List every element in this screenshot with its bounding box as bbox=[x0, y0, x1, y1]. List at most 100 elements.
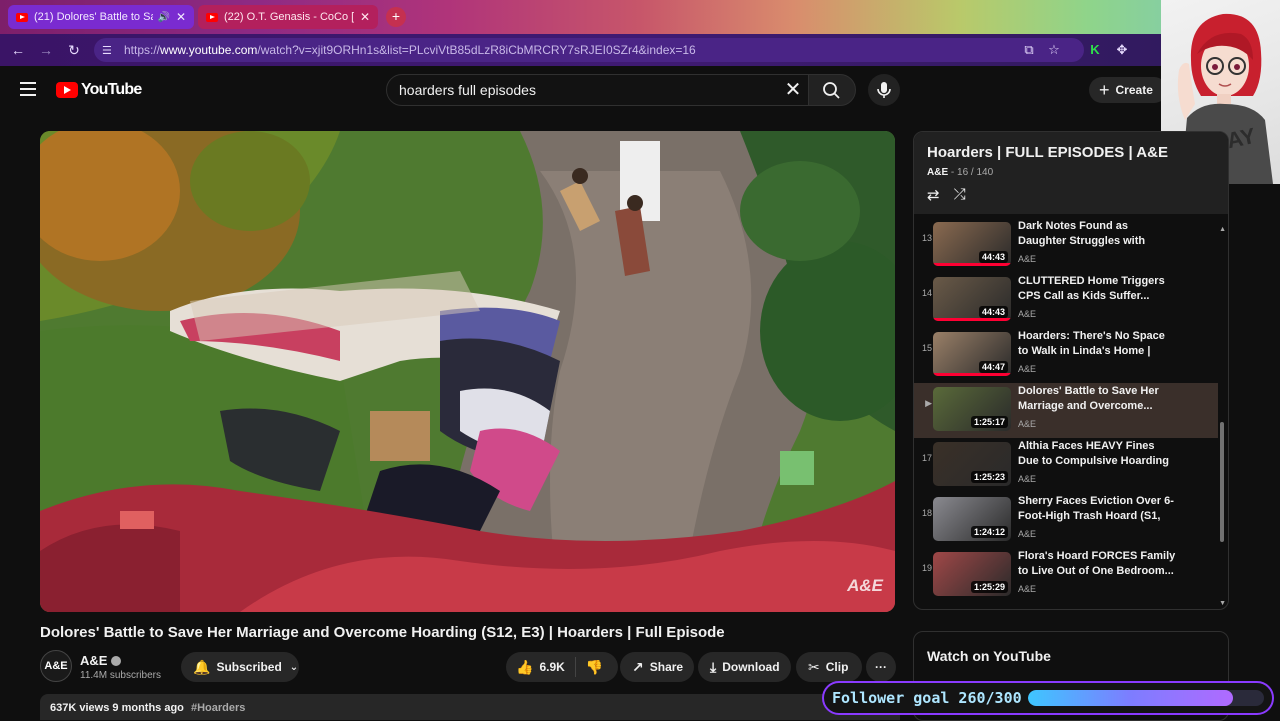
channel-avatar[interactable]: A&E bbox=[40, 650, 72, 682]
extensions-puzzle-icon[interactable]: ✥ bbox=[1113, 41, 1131, 59]
playlist-item-thumbnail[interactable]: 44:43 bbox=[933, 277, 1011, 321]
playlist-item-thumbnail[interactable]: 1:25:29 bbox=[933, 552, 1011, 596]
kick-extension-icon[interactable]: K bbox=[1086, 41, 1104, 59]
scroll-down-icon[interactable]: ▼ bbox=[1219, 600, 1226, 607]
video-frame-image bbox=[40, 131, 895, 612]
playlist-scrollbar[interactable] bbox=[1220, 422, 1224, 542]
playlist-item-thumbnail[interactable]: 1:25:23 bbox=[933, 442, 1011, 486]
browser-tab[interactable]: (22) O.T. Genasis - CoCo [Offici ✕ bbox=[198, 5, 378, 29]
playlist-item[interactable]: 18 1:24:12 Sherry Faces Eviction Over 6-Fo… bbox=[914, 493, 1218, 548]
search-query: hoarders full episodes bbox=[399, 82, 536, 98]
playlist-item-text: CLUTTERED Home Triggers CPS Call as Kids… bbox=[1018, 274, 1178, 319]
playlist-item-index: 14 bbox=[921, 288, 932, 298]
playlist-item-channel: A&E bbox=[1018, 529, 1037, 539]
youtube-favicon-icon bbox=[206, 12, 218, 22]
download-icon: ⤓ bbox=[710, 658, 717, 675]
address-bar[interactable]: ☰ https://www.youtube.com/watch?v=xjit9O… bbox=[94, 38, 1084, 62]
playlist-title[interactable]: Hoarders | FULL EPISODES | A&E bbox=[927, 144, 1215, 161]
download-button[interactable]: ⤓ Download bbox=[698, 652, 791, 682]
playlist-item-title[interactable]: Dolores' Battle to Save Her Marriage and… bbox=[1018, 384, 1178, 415]
close-tab-icon[interactable]: ✕ bbox=[176, 10, 186, 24]
playlist-item-title[interactable]: Flora's Hoard FORCES Family to Live Out … bbox=[1018, 549, 1178, 580]
playlist-item-index: 19 bbox=[921, 563, 932, 573]
duration-badge: 44:47 bbox=[978, 361, 1008, 373]
playlist-item-title[interactable]: CLUTTERED Home Triggers CPS Call as Kids… bbox=[1018, 274, 1178, 305]
search-input[interactable]: hoarders full episodes bbox=[386, 74, 810, 106]
playlist-item[interactable]: 19 1:25:29 Flora's Hoard FORCES Family to … bbox=[914, 548, 1218, 603]
duration-badge: 44:43 bbox=[978, 251, 1008, 263]
search-button[interactable] bbox=[808, 74, 856, 106]
playlist-panel: Hoarders | FULL EPISODES | A&E A&E - 16 … bbox=[913, 131, 1229, 610]
url-host: www.youtube.com bbox=[160, 43, 258, 57]
playlist-item-thumbnail[interactable]: 1:25:17 bbox=[933, 387, 1011, 431]
forward-arrow-icon[interactable]: → bbox=[36, 40, 56, 60]
search-icon bbox=[823, 82, 840, 99]
playlist-item-title[interactable]: Sherry Faces Eviction Over 6-Foot-High T… bbox=[1018, 494, 1178, 525]
shuffle-icon[interactable]: ⤮ bbox=[954, 186, 966, 204]
more-dots-icon: ··· bbox=[875, 660, 887, 674]
duration-badge: 44:43 bbox=[978, 306, 1008, 318]
playlist-item-title[interactable]: Dark Notes Found as Daughter Struggles w… bbox=[1018, 219, 1178, 250]
share-button[interactable]: ↗ Share bbox=[620, 652, 694, 682]
playlist-item-channel: A&E bbox=[1018, 309, 1037, 319]
url-prefix: https:// bbox=[124, 43, 161, 57]
thumbs-up-icon[interactable]: 👍 bbox=[516, 659, 533, 676]
playlist-item-text: Dark Notes Found as Daughter Struggles w… bbox=[1018, 219, 1178, 264]
playlist-item-text: Dolores' Battle to Save Her Marriage and… bbox=[1018, 384, 1178, 429]
clear-search-icon[interactable]: ✕ bbox=[782, 79, 804, 101]
loop-icon[interactable]: ⇄ bbox=[927, 186, 940, 204]
like-count[interactable]: 6.9K bbox=[539, 660, 564, 674]
playlist-item[interactable]: 15 44:47 Hoarders: There's No Space to Wal… bbox=[914, 328, 1218, 383]
voice-search-button[interactable] bbox=[868, 74, 900, 106]
scissors-icon: ✂ bbox=[808, 658, 820, 675]
playlist-item[interactable]: 17 1:25:23 Althia Faces HEAVY Fines Due to… bbox=[914, 438, 1218, 493]
more-actions-button[interactable]: ··· bbox=[866, 652, 896, 682]
playlist-item-thumbnail[interactable]: 1:24:12 bbox=[933, 497, 1011, 541]
playlist-item-thumbnail[interactable]: 44:43 bbox=[933, 222, 1011, 266]
subscribed-button[interactable]: 🔔 Subscribed ⌄ bbox=[181, 652, 299, 682]
playlist-item-current[interactable]: ▶ 1:25:17 Dolores' Battle to Save Her Marr… bbox=[914, 383, 1218, 438]
playlist-header: Hoarders | FULL EPISODES | A&E A&E - 16 … bbox=[914, 132, 1228, 214]
youtube-logo[interactable]: YouTube bbox=[56, 81, 142, 99]
thumbs-down-icon[interactable]: 👎 bbox=[586, 659, 603, 676]
playlist-item-thumbnail[interactable]: 44:47 bbox=[933, 332, 1011, 376]
create-button[interactable]: + Create bbox=[1089, 77, 1167, 103]
browser-tab-bar: (21) Dolores' Battle to Save 🔊 ✕ (22) O.… bbox=[0, 0, 1280, 34]
playlist-item-title[interactable]: Althia Faces HEAVY Fines Due to Compulsi… bbox=[1018, 439, 1178, 470]
now-playing-icon: ▶ bbox=[925, 398, 932, 408]
scroll-up-icon[interactable]: ▲ bbox=[1219, 226, 1226, 233]
watch-progress-bar bbox=[933, 318, 1011, 321]
playlist-item[interactable]: 13 44:43 Dark Notes Found as Daughter Stru… bbox=[914, 218, 1218, 273]
duration-badge: 1:25:17 bbox=[970, 416, 1008, 428]
logo-wordmark: YouTube bbox=[81, 81, 142, 98]
speaker-icon[interactable]: 🔊 bbox=[157, 12, 169, 23]
playlist-item[interactable]: 14 44:43 CLUTTERED Home Triggers CPS Call … bbox=[914, 273, 1218, 328]
share-label: Share bbox=[649, 660, 684, 674]
subscribed-label: Subscribed bbox=[216, 660, 282, 674]
bookmark-star-icon[interactable]: ☆ bbox=[1045, 41, 1063, 59]
browser-tab-active[interactable]: (21) Dolores' Battle to Save 🔊 ✕ bbox=[8, 5, 194, 29]
playlist-item-index: 15 bbox=[921, 343, 932, 353]
description-box[interactable]: 637K views 9 months ago #Hoarders bbox=[40, 694, 900, 720]
menu-icon[interactable] bbox=[20, 82, 36, 96]
new-tab-button[interactable]: + bbox=[386, 7, 406, 27]
site-settings-icon[interactable]: ☰ bbox=[102, 44, 118, 57]
channel-name-row[interactable]: A&E bbox=[80, 653, 122, 668]
clip-button[interactable]: ✂ Clip bbox=[796, 652, 862, 682]
upload-age: 9 months ago bbox=[112, 702, 184, 714]
install-app-icon[interactable]: ⧉ bbox=[1020, 41, 1038, 59]
reload-icon[interactable]: ↻ bbox=[64, 40, 84, 60]
channel-name[interactable]: A&E bbox=[80, 653, 107, 668]
close-tab-icon[interactable]: ✕ bbox=[360, 10, 370, 24]
playlist-channel[interactable]: A&E bbox=[927, 167, 948, 178]
playlist-item-channel: A&E bbox=[1018, 364, 1037, 374]
video-player[interactable]: A&E bbox=[40, 131, 895, 612]
clip-label: Clip bbox=[825, 660, 849, 674]
duration-badge: 1:25:29 bbox=[970, 581, 1008, 593]
hashtag-link[interactable]: #Hoarders bbox=[191, 702, 245, 714]
back-arrow-icon[interactable]: ← bbox=[8, 40, 28, 60]
playlist-item-title[interactable]: Hoarders: There's No Space to Walk in Li… bbox=[1018, 329, 1178, 360]
follower-goal-label: Follower goal 260/300 bbox=[832, 689, 1022, 707]
share-arrow-icon: ↗ bbox=[632, 658, 644, 675]
bell-icon: 🔔 bbox=[193, 658, 211, 675]
